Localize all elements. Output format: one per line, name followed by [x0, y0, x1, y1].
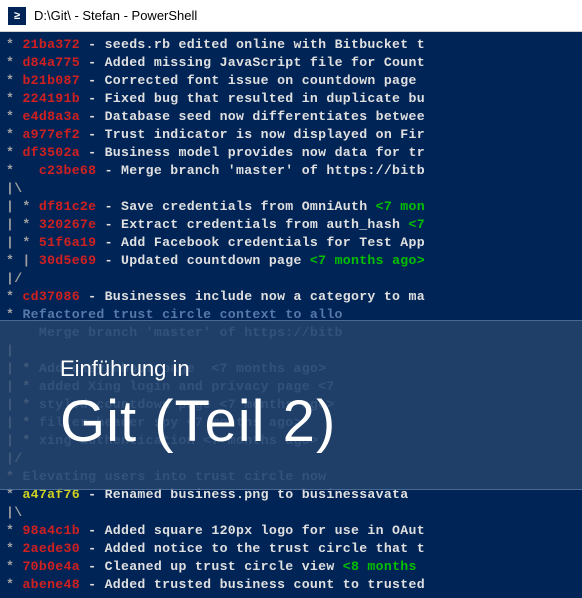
- git-log-line: * cd37086 - Businesses include now a cat…: [6, 288, 576, 306]
- commit-hash: 70b0e4a: [22, 559, 80, 574]
- git-log-line: * c23be68 - Merge branch 'master' of htt…: [6, 162, 576, 180]
- commit-hash: e4d8a3a: [22, 109, 80, 124]
- git-log-line: * 70b0e4a - Cleaned up trust circle view…: [6, 558, 576, 576]
- git-log-line: * abene48 - Added trusted business count…: [6, 576, 576, 594]
- commit-age: <8 months: [335, 559, 425, 574]
- commit-hash: 320267e: [39, 217, 97, 232]
- commit-age: <7 months ago>: [302, 253, 425, 268]
- commit-hash: abene48: [22, 577, 80, 592]
- git-log-line: | * df81c2e - Save credentials from Omni…: [6, 198, 576, 216]
- git-log-line: * | 30d5e69 - Updated countdown page <7 …: [6, 252, 576, 270]
- commit-hash: d84a775: [22, 55, 80, 70]
- git-log-line: * b21b087 - Corrected font issue on coun…: [6, 72, 576, 90]
- git-log-line: * df3502a - Business model provides now …: [6, 144, 576, 162]
- git-log-line: |\: [6, 504, 576, 522]
- commit-hash: 224191b: [22, 91, 80, 106]
- git-log-line: * 21ba372 - seeds.rb edited online with …: [6, 36, 576, 54]
- commit-hash: 2aede30: [22, 541, 80, 556]
- git-log-line: * d84a775 - Added missing JavaScript fil…: [6, 54, 576, 72]
- commit-hash: 21ba372: [22, 37, 80, 52]
- window-titlebar[interactable]: ≥ D:\Git\ - Stefan - PowerShell: [0, 0, 582, 32]
- git-log-line: | * 320267e - Extract credentials from a…: [6, 216, 576, 234]
- powershell-icon: ≥: [8, 7, 26, 25]
- commit-hash: b21b087: [22, 73, 80, 88]
- commit-hash: df3502a: [22, 145, 80, 160]
- commit-age: <7 mon: [367, 199, 425, 214]
- commit-hash: c23be68: [39, 163, 97, 178]
- commit-age: <7: [400, 217, 425, 232]
- slide-title: Git (Teil 2): [60, 388, 582, 455]
- commit-hash: 51f6a19: [39, 235, 97, 250]
- commit-hash: a977ef2: [22, 127, 80, 142]
- git-log-line: * 2aede30 - Added notice to the trust ci…: [6, 540, 576, 558]
- slide-overlay: Einführung in Git (Teil 2): [0, 320, 582, 490]
- git-log-line: * a977ef2 - Trust indicator is now displ…: [6, 126, 576, 144]
- git-log-line: |/: [6, 270, 576, 288]
- git-log-line: * e4d8a3a - Database seed now differenti…: [6, 108, 576, 126]
- git-log-line: | * 51f6a19 - Add Facebook credentials f…: [6, 234, 576, 252]
- commit-hash: 30d5e69: [39, 253, 97, 268]
- slide-subtitle: Einführung in: [60, 356, 582, 382]
- window-title: D:\Git\ - Stefan - PowerShell: [34, 8, 197, 23]
- terminal-output: * 21ba372 - seeds.rb edited online with …: [0, 32, 582, 598]
- commit-hash: df81c2e: [39, 199, 97, 214]
- commit-hash: cd37086: [22, 289, 80, 304]
- git-log-line: * 224191b - Fixed bug that resulted in d…: [6, 90, 576, 108]
- git-log-line: |\: [6, 180, 576, 198]
- git-log-line: * 98a4c1b - Added square 120px logo for …: [6, 522, 576, 540]
- commit-hash: 98a4c1b: [22, 523, 80, 538]
